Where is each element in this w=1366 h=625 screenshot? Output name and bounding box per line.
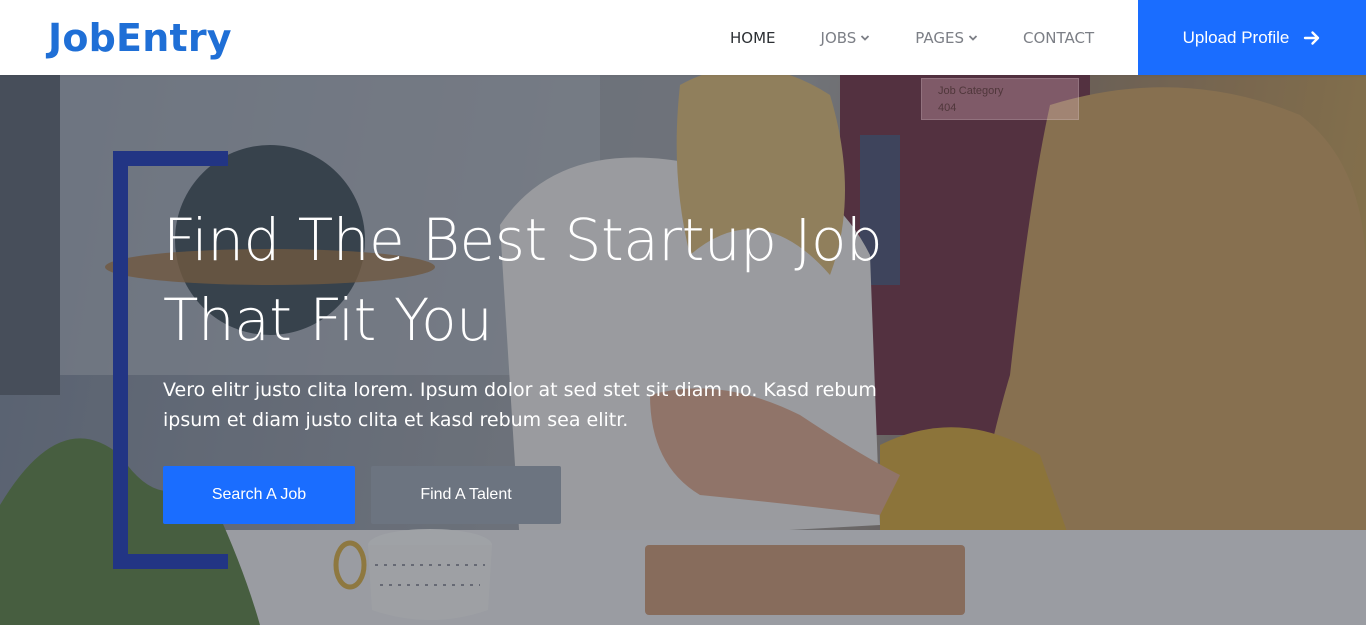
- nav-item-label: CONTACT: [1023, 28, 1095, 47]
- upload-profile-button[interactable]: Upload Profile: [1138, 0, 1366, 75]
- nav-item-contact[interactable]: CONTACT: [1023, 29, 1094, 47]
- nav-item-label: PAGES: [915, 28, 965, 47]
- sign-text: 404: [938, 102, 957, 114]
- sign-text: Job Category: [938, 85, 1004, 97]
- background-sign: Job Category 404: [921, 78, 1079, 120]
- hero-description: Vero elitr justo clita lorem. Ipsum dolo…: [163, 379, 877, 431]
- chevron-down-icon: [861, 34, 870, 41]
- hero-title-line: That Fit You: [163, 286, 493, 354]
- arrow-right-icon: [1304, 30, 1320, 45]
- nav-item-label: HOME: [730, 28, 776, 47]
- chevron-down-icon: [968, 34, 978, 41]
- upload-profile-label: Upload Profile: [1182, 27, 1290, 47]
- search-job-button[interactable]: Search A Job: [163, 466, 355, 524]
- hero-title-line: Find The Best Startup Job: [163, 206, 883, 274]
- navbar: JobEntry HOME JOBS PAGES CONTACT Upload …: [0, 0, 1366, 75]
- hero-title: Find The Best Startup Job That Fit You: [163, 200, 923, 360]
- nav-links: HOME JOBS PAGES CONTACT: [730, 0, 1094, 75]
- nav-item-home[interactable]: HOME: [730, 29, 776, 47]
- hero-section: Job Category 404 Find The Best Startup J…: [0, 75, 1366, 625]
- nav-item-jobs[interactable]: JOBS: [821, 29, 871, 47]
- nav-item-label: JOBS: [820, 28, 857, 47]
- find-talent-button[interactable]: Find A Talent: [371, 466, 561, 524]
- brand-logo[interactable]: JobEntry: [48, 16, 232, 60]
- nav-item-pages[interactable]: PAGES: [915, 29, 978, 47]
